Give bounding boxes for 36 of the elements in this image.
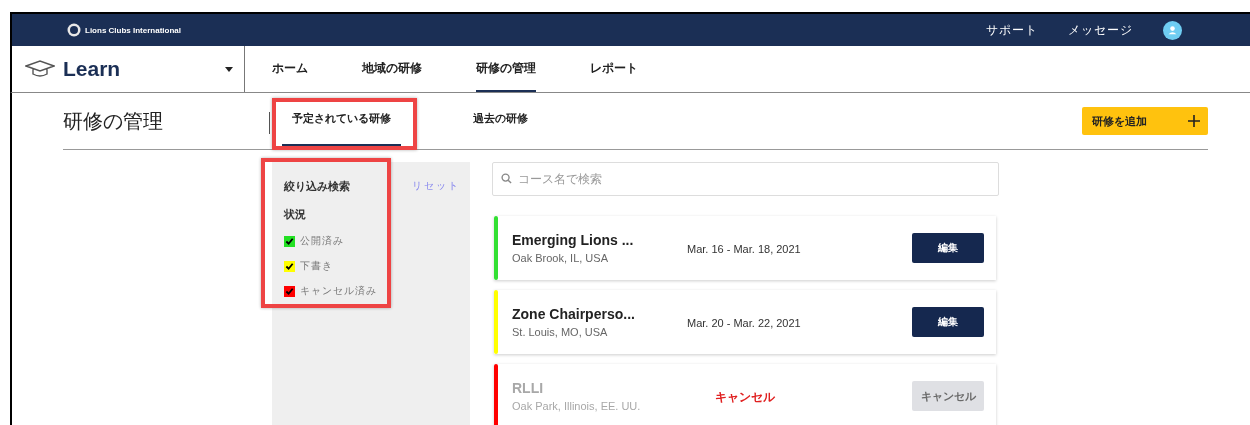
course-location: Oak Brook, IL, USA xyxy=(512,252,609,264)
header-link[interactable]: メッセージ xyxy=(1068,21,1133,39)
brand-name[interactable]: Lions Clubs International xyxy=(85,25,181,35)
filter-title: 絞り込み検索 xyxy=(284,179,351,194)
status-checkbox[interactable] xyxy=(284,235,295,247)
course-location: Oak Park, Illinois, EE. UU. xyxy=(512,400,642,412)
header-link[interactable]: サポート xyxy=(986,21,1038,39)
search-field[interactable]: コース名で検索 xyxy=(492,162,999,196)
nav-tab[interactable]: ホーム xyxy=(272,46,308,92)
course-title[interactable]: Emerging Lions ... xyxy=(512,232,687,248)
status-checkbox[interactable] xyxy=(284,285,295,297)
caret-down-icon[interactable] xyxy=(225,66,234,72)
status-label: キャンセル済み xyxy=(300,284,377,298)
nav-tab[interactable]: 研修の管理 xyxy=(476,46,536,92)
status-heading: 状況 xyxy=(284,207,307,222)
graduation-cap-icon xyxy=(25,60,55,78)
plus-icon xyxy=(1188,115,1200,127)
course-dates: Mar. 16 - Mar. 18, 2021 xyxy=(687,243,801,255)
course-action-button[interactable]: 編集 xyxy=(912,307,984,337)
status-label: 公開済み xyxy=(300,234,344,248)
course-title[interactable]: Zone Chairperso... xyxy=(512,306,687,322)
course-dates: Mar. 20 - Mar. 22, 2021 xyxy=(687,317,801,329)
add-training-button[interactable]: 研修を追加 xyxy=(1082,107,1208,135)
course-action-button[interactable]: 編集 xyxy=(912,233,984,263)
search-icon xyxy=(501,173,512,184)
nav-tab[interactable]: レポート xyxy=(590,46,638,92)
course-location: St. Louis, MO, USA xyxy=(512,326,609,338)
status-label: 下書き xyxy=(300,259,333,273)
nav-tab[interactable]: 地域の研修 xyxy=(362,46,422,92)
cancelled-status: キャンセル xyxy=(715,389,775,404)
tab[interactable]: 過去の研修 xyxy=(463,107,538,146)
tab[interactable]: 予定されている研修 xyxy=(282,107,401,146)
app-name[interactable]: Learn xyxy=(63,57,121,81)
status-checkbox[interactable] xyxy=(284,260,295,272)
page-title: 研修の管理 xyxy=(63,108,164,134)
user-avatar-icon[interactable] xyxy=(1163,20,1182,40)
